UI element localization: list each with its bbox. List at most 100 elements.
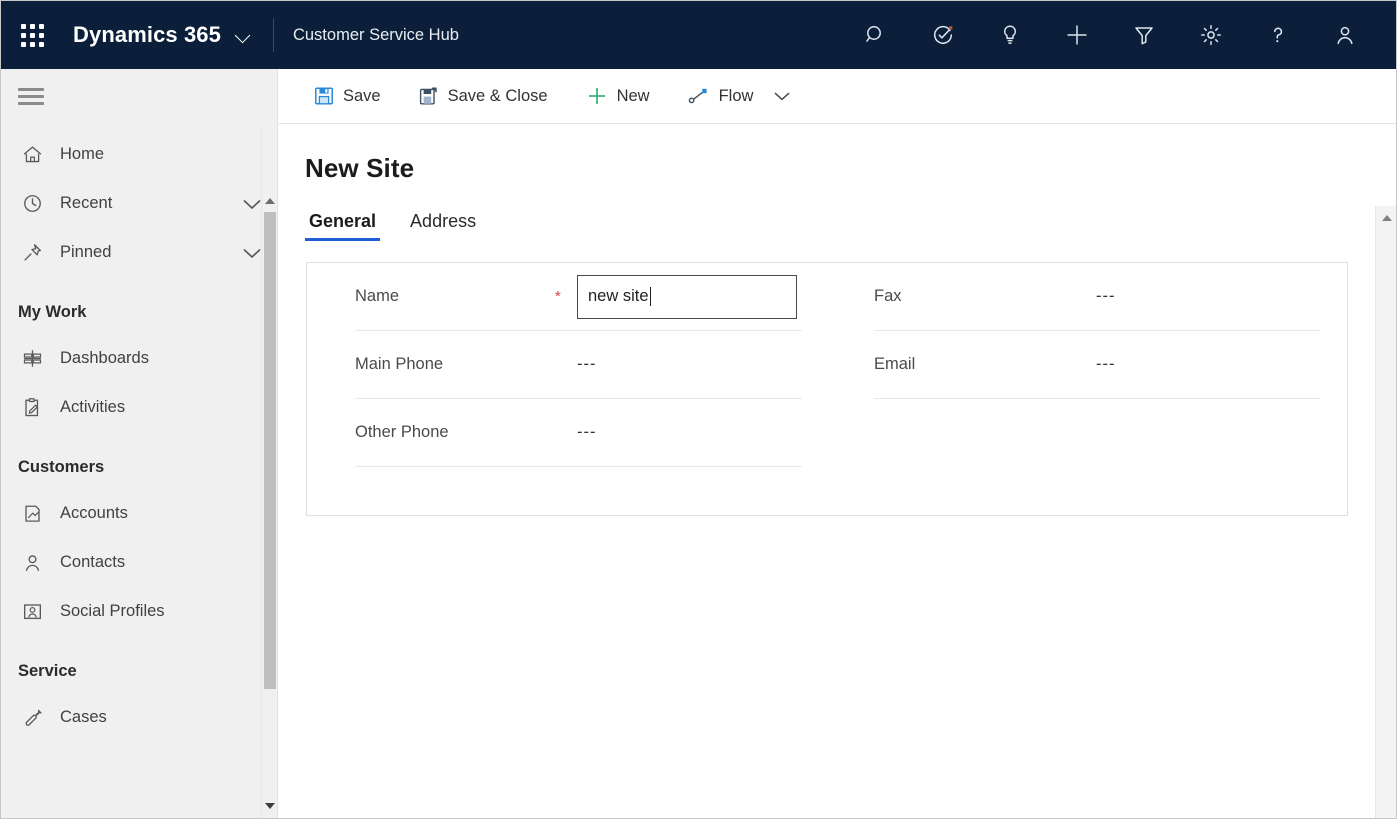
hamburger-menu-icon [18,88,44,105]
field-label-other-phone: Other Phone [355,423,555,442]
command-bar-overflow-button[interactable] [765,76,799,116]
sidebar-item-dashboards[interactable]: Dashboards [1,334,277,383]
sitemap-sidebar: Home Recent [1,69,278,818]
sidebar-scroll-down-button[interactable] [262,797,278,815]
required-indicator: * [555,289,577,304]
tab-address[interactable]: Address [406,211,480,241]
form-scroll-up-button[interactable] [1376,210,1396,226]
brand-dynamics365-button[interactable]: Dynamics 365 [63,22,251,48]
question-icon [1266,23,1290,47]
app-title[interactable]: Customer Service Hub [274,26,459,45]
gear-icon [1199,23,1223,47]
field-row-name: Name * new site [355,263,802,331]
email-value[interactable]: --- [1096,355,1115,374]
field-label-fax: Fax [874,287,1074,306]
dashboard-icon [18,348,46,369]
sidebar-item-pinned[interactable]: Pinned [1,228,277,277]
sidebar-item-label: Social Profiles [60,602,263,621]
form-scrollbar[interactable] [1375,206,1396,818]
filter-button[interactable] [1110,1,1177,69]
plus-green-icon [586,85,608,107]
form-scroll-area: New Site General Address Name * new site [278,124,1396,818]
save-and-close-icon [419,86,439,106]
name-input-value: new site [588,287,649,306]
sidebar-scroll-up-button[interactable] [262,192,278,210]
chevron-down-icon [772,90,792,102]
search-icon [864,23,888,47]
contact-person-icon [18,552,46,573]
search-button[interactable] [842,1,909,69]
save-floppy-icon [314,86,334,106]
field-row-other-phone: Other Phone --- [355,399,802,467]
field-label-email: Email [874,355,1074,374]
sidebar-item-accounts[interactable]: Accounts [1,489,277,538]
assistant-icon [931,23,955,47]
sidebar-item-label: Dashboards [60,349,263,368]
pin-icon [18,242,46,263]
tab-general[interactable]: General [305,211,380,241]
form-tab-list: General Address [278,203,1396,241]
page-title: New Site [278,124,1396,184]
account-icon [18,503,46,524]
form-column-right: Fax --- Email --- [828,263,1347,515]
field-label-main-phone: Main Phone [355,355,555,374]
sidebar-group-title-service: Service [1,636,277,693]
sidebar-item-social-profiles[interactable]: Social Profiles [1,587,277,636]
sidebar-item-label: Contacts [60,553,263,572]
other-phone-value[interactable]: --- [577,423,596,442]
clipboard-icon [18,397,46,418]
sidebar-item-recent[interactable]: Recent [1,179,277,228]
scroll-up-arrow-icon [1382,215,1392,221]
quick-create-button[interactable] [1043,1,1110,69]
fax-value[interactable]: --- [1096,287,1115,306]
help-button[interactable] [1244,1,1311,69]
chevron-down-icon[interactable] [241,246,263,260]
sidebar-item-activities[interactable]: Activities [1,383,277,432]
sidebar-group-title-customers: Customers [1,432,277,489]
settings-button[interactable] [1177,1,1244,69]
save-button[interactable]: Save [302,76,393,116]
sidebar-item-label: Activities [60,398,263,417]
sitemap-toggle-button[interactable] [1,69,277,124]
sidebar-item-cases[interactable]: Cases [1,693,277,742]
user-account-button[interactable] [1311,1,1378,69]
field-row-main-phone: Main Phone --- [355,331,802,399]
sidebar-item-label: Cases [60,708,263,727]
field-row-fax: Fax --- [874,263,1321,331]
app-body: Home Recent [1,69,1396,818]
text-cursor [650,287,652,306]
flow-button-label: Flow [719,87,754,106]
wrench-icon [18,707,46,728]
save-and-close-button-label: Save & Close [448,87,548,106]
sidebar-group-title-my-work: My Work [1,277,277,334]
plus-icon [1064,22,1090,48]
form-section-card: Name * new site Main Phone --- [306,262,1348,516]
field-label-name: Name [355,287,555,306]
main-content-area: Save Save & Close [278,69,1396,818]
filter-icon [1132,23,1156,47]
scroll-up-arrow-icon [265,198,275,204]
name-input[interactable]: new site [577,275,797,319]
navbar-icon-group [842,1,1396,69]
insights-button[interactable] [976,1,1043,69]
flow-icon [688,86,710,106]
field-row-email: Email --- [874,331,1321,399]
sidebar-scrollbar-thumb[interactable] [264,212,276,689]
chevron-down-icon[interactable] [241,197,263,211]
assistant-button[interactable] [909,1,976,69]
main-phone-value[interactable]: --- [577,355,596,374]
save-and-close-button[interactable]: Save & Close [407,76,560,116]
form-column-right-spacer [874,399,1321,467]
app-launcher-button[interactable] [1,1,63,69]
new-button-label: New [617,87,650,106]
sidebar-item-home[interactable]: Home [1,130,277,179]
sidebar-item-contacts[interactable]: Contacts [1,538,277,587]
new-button[interactable]: New [574,76,662,116]
save-button-label: Save [343,87,381,106]
sidebar-item-label: Home [60,145,263,164]
lightbulb-icon [998,23,1022,47]
flow-button[interactable]: Flow [676,76,766,116]
sidebar-item-label: Recent [60,194,241,213]
sidebar-scrollbar[interactable] [261,124,277,818]
dynamics365-app-window: Dynamics 365 Customer Service Hub [0,0,1397,819]
